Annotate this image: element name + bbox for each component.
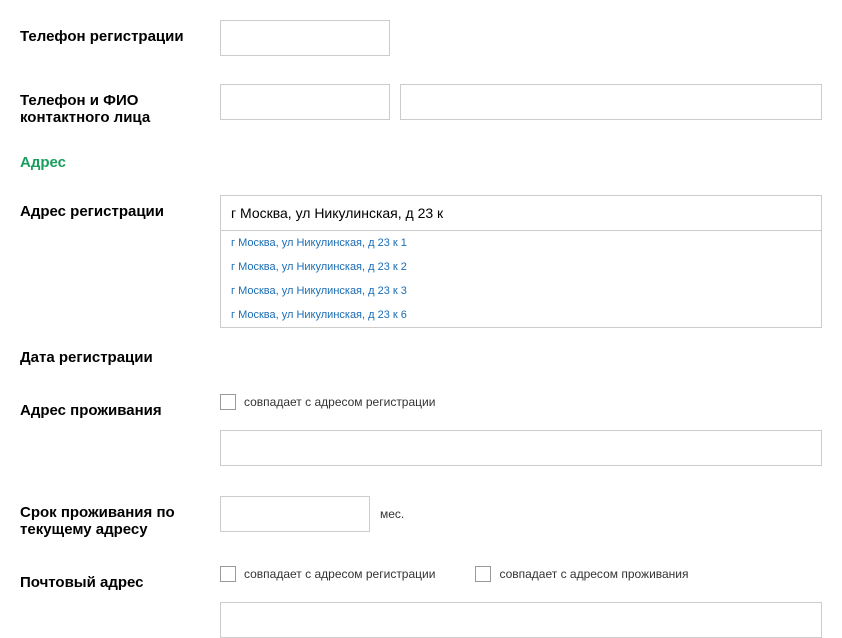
checkbox-label-residence-same: совпадает с адресом регистрации — [244, 395, 435, 409]
fields-reg-address: г Москва, ул Никулинская, д 23 к 1 г Мос… — [220, 195, 822, 231]
row-reg-phone: Телефон регистрации — [20, 20, 822, 56]
fields-residence-duration: мес. — [220, 496, 822, 532]
autocomplete-option[interactable]: г Москва, ул Никулинская, д 23 к 6 — [221, 303, 821, 327]
fields-postal-input — [220, 602, 822, 638]
autocomplete-wrap: г Москва, ул Никулинская, д 23 к 1 г Мос… — [220, 195, 822, 231]
autocomplete-option[interactable]: г Москва, ул Никулинская, д 23 к 2 — [221, 255, 821, 279]
section-header-address: Адрес — [20, 154, 822, 171]
autocomplete-option[interactable]: г Москва, ул Никулинская, д 23 к 1 — [221, 231, 821, 255]
checkbox-residence-same[interactable]: совпадает с адресом регистрации — [220, 394, 435, 410]
input-residence-duration[interactable] — [220, 496, 370, 532]
autocomplete-dropdown: г Москва, ул Никулинская, д 23 к 1 г Мос… — [220, 231, 822, 328]
label-reg-address: Адрес регистрации — [20, 195, 220, 220]
label-reg-phone: Телефон регистрации — [20, 20, 220, 45]
input-reg-phone[interactable] — [220, 20, 390, 56]
label-postal-address: Почтовый адрес — [20, 566, 220, 591]
checkbox-icon — [220, 566, 236, 582]
autocomplete-option[interactable]: г Москва, ул Никулинская, д 23 к 3 — [221, 279, 821, 303]
fields-postal-address: совпадает с адресом регистрации совпадае… — [220, 566, 822, 592]
checkbox-postal-same-reg[interactable]: совпадает с адресом регистрации — [220, 566, 435, 582]
row-contact: Телефон и ФИО контактного лица — [20, 84, 822, 126]
row-residence-input — [20, 430, 822, 466]
residence-checkbox-row: совпадает с адресом регистрации — [220, 394, 822, 410]
checkbox-icon — [220, 394, 236, 410]
input-contact-name[interactable] — [400, 84, 822, 120]
input-contact-phone[interactable] — [220, 84, 390, 120]
row-residence-duration: Срок проживания по текущему адресу мес. — [20, 496, 822, 538]
duration-wrap: мес. — [220, 496, 404, 532]
fields-residence-input — [220, 430, 822, 466]
input-reg-address[interactable] — [220, 195, 822, 231]
checkbox-postal-same-residence[interactable]: совпадает с адресом проживания — [475, 566, 688, 582]
row-reg-address: Адрес регистрации г Москва, ул Никулинск… — [20, 195, 822, 231]
label-contact: Телефон и ФИО контактного лица — [20, 84, 220, 126]
input-residence-address[interactable] — [220, 430, 822, 466]
label-reg-date: Дата регистрации — [20, 341, 220, 366]
checkbox-label-postal-same-residence: совпадает с адресом проживания — [499, 567, 688, 581]
checkbox-icon — [475, 566, 491, 582]
duration-unit: мес. — [380, 507, 404, 521]
label-residence-address: Адрес проживания — [20, 394, 220, 419]
postal-checkbox-row: совпадает с адресом регистрации совпадае… — [220, 566, 822, 582]
row-reg-date: Дата регистрации — [20, 341, 822, 366]
row-postal-input — [20, 602, 822, 638]
fields-residence-address: совпадает с адресом регистрации — [220, 394, 822, 420]
fields-contact — [220, 84, 822, 120]
input-postal-address[interactable] — [220, 602, 822, 638]
row-residence-address: Адрес проживания совпадает с адресом рег… — [20, 394, 822, 420]
row-postal-address: Почтовый адрес совпадает с адресом регис… — [20, 566, 822, 592]
fields-reg-phone — [220, 20, 822, 56]
label-residence-duration: Срок проживания по текущему адресу — [20, 496, 220, 538]
checkbox-label-postal-same-reg: совпадает с адресом регистрации — [244, 567, 435, 581]
